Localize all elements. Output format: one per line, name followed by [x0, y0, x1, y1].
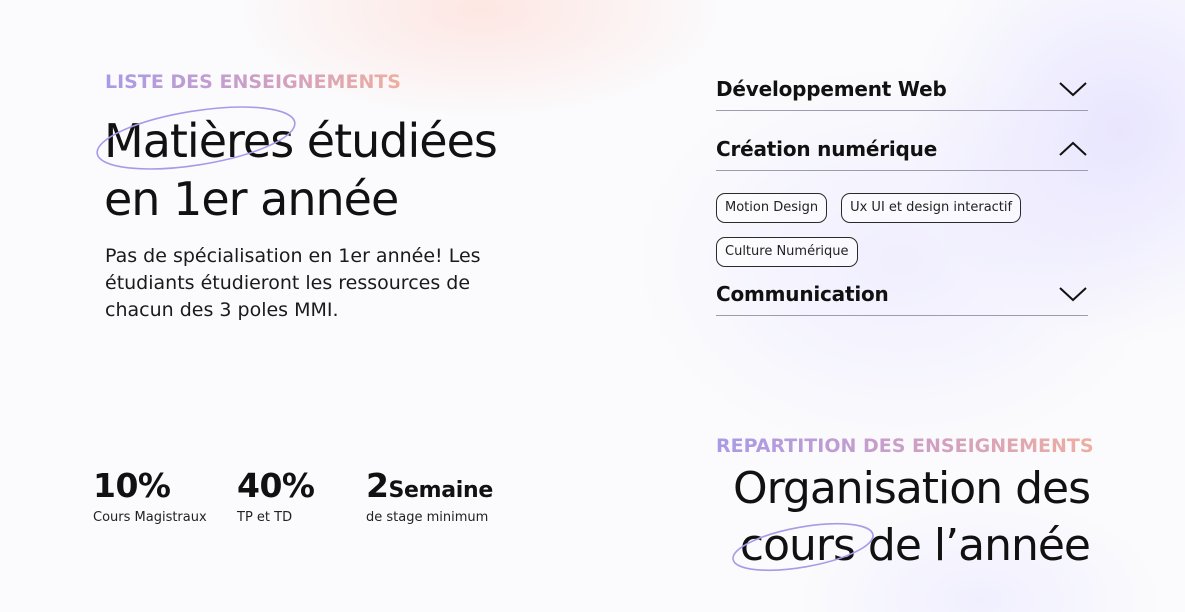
stat-value: 40%: [237, 466, 315, 505]
subjects-accordion: Développement Web Création numérique Mot…: [716, 68, 1088, 316]
stat-internship: 2Semaine de stage minimum: [366, 466, 493, 525]
stat-label: TP et TD: [237, 510, 293, 525]
accordion-header-developpement-web[interactable]: Développement Web: [716, 68, 1088, 111]
stat-suffix: Semaine: [388, 478, 494, 503]
organization-title-line-2-rest: de l’année: [854, 520, 1091, 571]
tag-list: Motion Design Ux UI et design interactif…: [716, 171, 1036, 271]
stat-lectures: 10% Cours Magistraux: [93, 466, 207, 525]
chevron-up-icon: [1059, 141, 1087, 156]
organization-title-line-1: Organisation des: [732, 463, 1091, 514]
accordion-item-communication: Communication: [716, 273, 1088, 316]
organization-title: Organisation des cours de l’année: [732, 460, 1091, 574]
accordion-title: Développement Web: [716, 77, 947, 101]
tag-ux-ui-design[interactable]: Ux UI et design interactif: [841, 193, 1022, 223]
tag-culture-numerique[interactable]: Culture Numérique: [716, 237, 858, 267]
subjects-title-line-1-rest: étudiées: [293, 114, 498, 168]
tag-motion-design[interactable]: Motion Design: [716, 193, 828, 223]
accordion-header-creation-numerique[interactable]: Création numérique: [716, 128, 1088, 171]
subjects-eyebrow: LISTE DES ENSEIGNEMENTS: [105, 71, 401, 93]
subjects-title-line-1: Matières étudiées: [96, 106, 498, 170]
accordion-title: Communication: [716, 282, 889, 306]
stat-value: 10%: [93, 466, 171, 505]
accordion-header-communication[interactable]: Communication: [716, 273, 1088, 316]
subjects-title-line-2: en 1er année: [104, 172, 399, 226]
subjects-description: Pas de spécialisation en 1er année! Les …: [105, 245, 481, 321]
accordion-item-developpement-web: Développement Web: [716, 68, 1088, 111]
subjects-title-highlight-word: Matières: [104, 114, 294, 168]
chevron-down-icon: [1059, 287, 1087, 302]
stat-label: de stage minimum: [366, 510, 489, 525]
stat-practical: 40% TP et TD: [237, 466, 315, 525]
accordion-item-creation-numerique: Création numérique Motion Design Ux UI e…: [716, 128, 1088, 271]
stat-value: 2Semaine: [366, 466, 494, 505]
subjects-title: Matières étudiées en 1er année: [96, 106, 498, 228]
accordion-title: Création numérique: [716, 137, 938, 161]
stat-label: Cours Magistraux: [93, 510, 207, 525]
organization-title-line-2: cours de l’année: [732, 517, 1091, 574]
organization-title-highlight-word: cours: [739, 520, 856, 571]
chevron-down-icon: [1059, 82, 1087, 97]
organization-eyebrow: REPARTITION DES ENSEIGNEMENTS: [716, 435, 1094, 457]
